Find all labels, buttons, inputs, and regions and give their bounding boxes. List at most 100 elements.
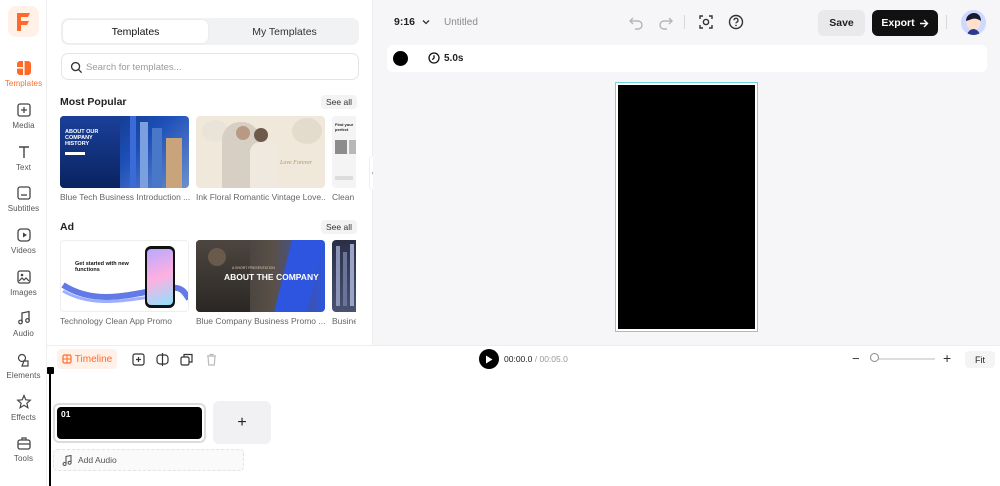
media-icon — [16, 103, 31, 117]
rail-label: Videos — [11, 246, 36, 255]
arrow-right-icon — [919, 19, 929, 27]
music-note-icon — [62, 454, 72, 466]
section-title-most-popular: Most Popular — [60, 96, 127, 108]
zoom-out-button[interactable]: − — [852, 351, 860, 366]
app-logo[interactable] — [8, 6, 39, 37]
zoom-in-button[interactable]: + — [943, 350, 951, 366]
template-caption: Busine — [332, 316, 356, 326]
properties-bar: 5.0s — [387, 45, 987, 72]
rail-item-text[interactable]: Text — [0, 140, 47, 180]
template-caption: Clean I — [332, 192, 356, 202]
top-bar: 9:16 Untitled Save Export — [373, 0, 1000, 44]
total-time: 00:05.0 — [539, 354, 568, 364]
redo-icon[interactable] — [658, 14, 674, 30]
template-card[interactable]: A SHORT PRESENTATION ABOUT THE COMPANY — [196, 240, 325, 312]
rail-item-subtitles[interactable]: Subtitles — [0, 181, 47, 221]
duration-control[interactable]: 5.0s — [428, 52, 463, 64]
play-icon — [486, 355, 493, 363]
template-caption: Ink Floral Romantic Vintage Love... — [196, 192, 326, 202]
help-icon[interactable] — [728, 14, 744, 30]
rail-label: Subtitles — [7, 204, 40, 213]
user-avatar[interactable] — [961, 10, 986, 35]
play-button[interactable] — [479, 349, 499, 369]
undo-icon[interactable] — [628, 14, 644, 30]
template-caption: Blue Tech Business Introduction ... — [60, 192, 190, 202]
rail-label: Elements — [6, 371, 41, 380]
scene-clip[interactable]: 01 — [53, 403, 206, 443]
time-display: 00:00.0 / 00:05.0 — [504, 354, 568, 364]
thumb-text: ABOUT THE COMPANY — [224, 272, 319, 282]
template-card[interactable]: Find your perfect — [332, 116, 356, 188]
rail-label: Text — [15, 163, 32, 172]
see-all-button[interactable]: See all — [321, 220, 357, 234]
template-search — [61, 53, 359, 80]
rail-item-videos[interactable]: Videos — [0, 223, 47, 263]
rail-item-media[interactable]: Media — [0, 98, 47, 138]
add-scene-icon[interactable] — [132, 353, 145, 366]
fit-button[interactable]: Fit — [965, 351, 995, 368]
template-card[interactable] — [332, 240, 356, 312]
audio-icon — [17, 310, 30, 325]
template-card[interactable]: Get started with new functions — [60, 240, 189, 312]
tab-templates[interactable]: Templates — [63, 20, 208, 43]
rail-label: Audio — [13, 329, 34, 338]
logo-icon — [16, 12, 30, 31]
templates-panel: Templates My Templates Most Popular See … — [47, 0, 373, 345]
add-audio-label: Add Audio — [78, 455, 117, 465]
aspect-ratio-value: 9:16 — [394, 16, 416, 28]
split-icon[interactable] — [156, 353, 169, 366]
export-button[interactable]: Export — [872, 10, 938, 36]
project-title[interactable]: Untitled — [444, 17, 478, 28]
editor-root: Templates Media Text Subtitles Videos Im… — [0, 0, 1000, 486]
elements-icon — [17, 353, 29, 367]
playhead[interactable] — [47, 367, 54, 486]
left-rail: Templates Media Text Subtitles Videos Im… — [0, 0, 47, 486]
canvas-background — [618, 85, 755, 329]
search-input[interactable] — [86, 58, 346, 76]
chevron-down-icon — [422, 20, 430, 25]
panel-tabs: Templates My Templates — [61, 18, 359, 45]
template-card[interactable]: Love Forever — [196, 116, 325, 188]
rail-item-elements[interactable]: Elements — [0, 348, 47, 388]
rail-item-audio[interactable]: Audio — [0, 306, 47, 346]
tab-my-templates[interactable]: My Templates — [212, 20, 357, 43]
delete-icon[interactable] — [205, 353, 218, 366]
export-label: Export — [881, 17, 915, 29]
video-canvas[interactable] — [615, 82, 758, 332]
zoom-slider-handle[interactable] — [870, 353, 879, 362]
divider — [684, 15, 685, 29]
clip-thumbnail: 01 — [57, 407, 202, 439]
rail-item-tools[interactable]: Tools — [0, 431, 47, 471]
search-icon — [70, 61, 83, 74]
playhead-handle[interactable] — [47, 367, 54, 374]
zoom-slider-track[interactable] — [870, 358, 935, 360]
background-color-swatch[interactable] — [393, 51, 408, 66]
rail-item-images[interactable]: Images — [0, 265, 47, 305]
add-audio-track[interactable]: Add Audio — [53, 449, 244, 471]
images-icon — [16, 270, 31, 284]
rail-item-effects[interactable]: Effects — [0, 390, 47, 430]
duplicate-icon[interactable] — [180, 353, 193, 366]
template-card[interactable]: ABOUT OUR COMPANY HISTORY — [60, 116, 189, 188]
timeline-icon — [62, 354, 72, 364]
timeline-tab[interactable]: Timeline — [57, 349, 117, 369]
thumb-small-text: A SHORT PRESENTATION — [232, 266, 275, 270]
screenshot-icon[interactable] — [698, 14, 714, 30]
rail-label: Media — [12, 121, 35, 130]
current-time: 00:00.0 — [504, 354, 533, 364]
rail-label: Tools — [13, 454, 34, 463]
rail-label: Effects — [10, 413, 36, 422]
see-all-button[interactable]: See all — [321, 95, 357, 109]
thumb-text: Find your perfect — [335, 122, 354, 132]
rail-item-templates[interactable]: Templates — [0, 56, 47, 96]
template-caption: Technology Clean App Promo — [60, 316, 172, 326]
timeline-tab-label: Timeline — [74, 353, 113, 365]
thumb-text: Love Forever — [280, 160, 313, 166]
add-clip-button[interactable]: + — [213, 401, 271, 444]
subtitles-icon — [16, 186, 31, 200]
save-button[interactable]: Save — [818, 10, 865, 36]
aspect-ratio-select[interactable]: 9:16 — [394, 16, 430, 28]
avatar-icon — [961, 10, 986, 35]
thumb-text: ABOUT OUR COMPANY HISTORY — [65, 129, 99, 147]
canvas-area: 5.0s — [373, 44, 1000, 345]
